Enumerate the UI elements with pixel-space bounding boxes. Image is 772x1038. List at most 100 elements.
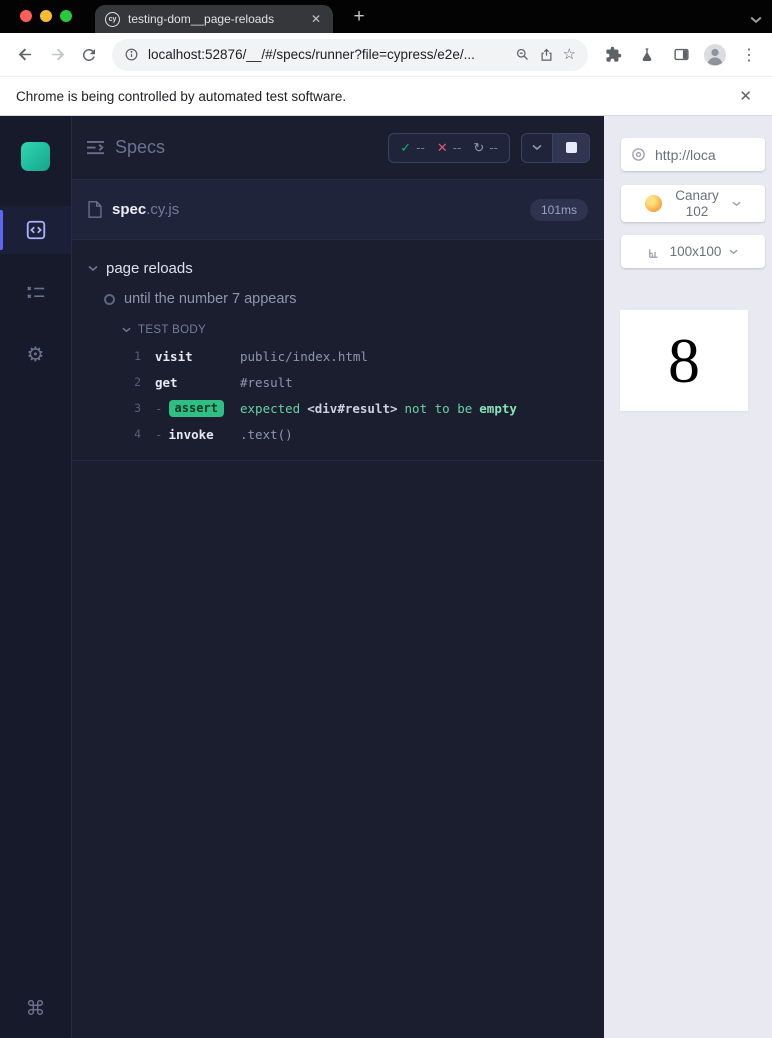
assert-message-emphasis: empty bbox=[479, 400, 517, 416]
sidebar-item-specs[interactable] bbox=[0, 206, 71, 254]
close-window-button[interactable] bbox=[20, 10, 32, 22]
address-bar[interactable]: localhost:52876/__/#/specs/runner?file=c… bbox=[112, 38, 588, 71]
command-number: 3 bbox=[134, 401, 141, 415]
share-icon[interactable] bbox=[539, 47, 554, 62]
fullscreen-window-button[interactable] bbox=[60, 10, 72, 22]
sidebar-item-settings[interactable]: ⚙ bbox=[0, 330, 71, 378]
pending-refresh-icon: ↻ bbox=[473, 139, 485, 155]
chevron-down-icon bbox=[732, 201, 741, 207]
command-args: public/index.html bbox=[240, 348, 368, 364]
command-row[interactable]: 2 get #result bbox=[72, 369, 604, 395]
extensions-puzzle-icon[interactable] bbox=[600, 42, 626, 68]
tab-search-chevron-icon[interactable] bbox=[750, 11, 762, 29]
reload-button[interactable] bbox=[74, 40, 104, 70]
tab-strip: cy testing-dom__page-reloads ✕ + bbox=[0, 0, 772, 33]
reporter-header: Specs ✓ -- ✕ -- ↻ -- bbox=[72, 116, 604, 180]
zoom-icon[interactable] bbox=[515, 47, 530, 62]
sidebar-item-runs[interactable] bbox=[0, 268, 71, 316]
app-under-test-frame[interactable]: 8 bbox=[620, 310, 748, 411]
test-state-icon bbox=[104, 293, 115, 305]
test-body-section[interactable]: TEST BODY bbox=[72, 313, 604, 343]
stop-run-button[interactable] bbox=[553, 133, 589, 162]
test-row[interactable]: until the number 7 appears bbox=[72, 285, 604, 313]
run-options-chevron-icon[interactable] bbox=[522, 134, 552, 162]
test-body-label: TEST BODY bbox=[138, 324, 207, 336]
browser-tab[interactable]: cy testing-dom__page-reloads ✕ bbox=[95, 5, 333, 33]
bookmark-star-icon[interactable]: ☆ bbox=[563, 47, 576, 62]
chevron-down-icon bbox=[122, 327, 131, 333]
browser-toolbar: localhost:52876/__/#/specs/runner?file=c… bbox=[0, 33, 772, 77]
browser-select-value: Canary 102 bbox=[675, 187, 719, 219]
spec-duration-badge: 101ms bbox=[529, 198, 588, 221]
command-row[interactable]: 4 - invoke .text() bbox=[72, 421, 604, 447]
screen: cy testing-dom__page-reloads ✕ + localho… bbox=[0, 0, 772, 1038]
browser-menu-icon[interactable]: ⋮ bbox=[736, 42, 762, 68]
suite-title: page reloads bbox=[106, 260, 193, 277]
collapse-specs-list-icon[interactable] bbox=[86, 140, 105, 155]
stat-passed: ✓ -- bbox=[400, 140, 425, 156]
test-title: until the number 7 appears bbox=[124, 291, 297, 307]
gear-icon: ⚙ bbox=[26, 342, 45, 366]
forward-arrow-icon bbox=[51, 48, 64, 61]
command-args: .text() bbox=[240, 426, 293, 442]
command-name: get bbox=[155, 374, 178, 390]
site-info-icon[interactable] bbox=[124, 47, 139, 62]
command-log-divider bbox=[72, 460, 604, 461]
aut-url-text: http://loca bbox=[655, 146, 716, 163]
browser-select[interactable]: Canary 102 bbox=[621, 185, 765, 222]
command-args: #result bbox=[240, 374, 293, 390]
cypress-sidebar: ⚙ ⌘ bbox=[0, 116, 72, 1038]
aut-url-bar[interactable]: http://loca bbox=[621, 138, 765, 171]
keyboard-shortcuts-icon[interactable]: ⌘ bbox=[0, 996, 71, 1020]
automation-infobar: Chrome is being controlled by automated … bbox=[0, 78, 772, 116]
assert-badge: assert bbox=[168, 399, 224, 417]
viewport-select[interactable]: 100x100 bbox=[621, 235, 765, 268]
command-number: 1 bbox=[134, 349, 141, 363]
tab-close-icon[interactable]: ✕ bbox=[309, 11, 323, 27]
pending-count: -- bbox=[489, 140, 498, 155]
assert-message-subject: <div#result> bbox=[307, 400, 398, 416]
selector-playground-icon[interactable] bbox=[631, 147, 646, 162]
assert-message-expected: expected bbox=[240, 400, 301, 416]
chevron-down-icon bbox=[729, 249, 738, 255]
tab-title: testing-dom__page-reloads bbox=[128, 12, 275, 26]
back-button[interactable] bbox=[10, 40, 40, 70]
url-text[interactable]: localhost:52876/__/#/specs/runner?file=c… bbox=[148, 47, 506, 62]
forward-button[interactable] bbox=[42, 40, 72, 70]
run-stats: ✓ -- ✕ -- ↻ -- bbox=[388, 132, 510, 163]
toolbar-extensions: ⋮ bbox=[596, 42, 762, 68]
spec-name: spec bbox=[112, 200, 147, 218]
cypress-app: ⚙ ⌘ Specs ✓ -- ✕ -- ↻ -- spec.cy.js 101m… bbox=[0, 116, 772, 1038]
command-row[interactable]: 1 visit public/index.html bbox=[72, 343, 604, 369]
spec-header-row[interactable]: spec.cy.js 101ms bbox=[72, 180, 604, 240]
infobar-close-icon[interactable]: ✕ bbox=[735, 85, 756, 108]
command-row-assert[interactable]: 3 - assert expected <div#result> not to be… bbox=[72, 395, 604, 421]
minimize-window-button[interactable] bbox=[40, 10, 52, 22]
canary-flask-icon[interactable] bbox=[634, 42, 660, 68]
command-number: 2 bbox=[134, 375, 141, 389]
infobar-message: Chrome is being controlled by automated … bbox=[16, 89, 347, 104]
child-command-dash: - bbox=[155, 400, 163, 416]
aut-panel: http://loca Canary 102 100x100 8 bbox=[604, 116, 772, 1038]
chevron-down-icon bbox=[88, 265, 98, 272]
spec-file-icon bbox=[88, 201, 102, 218]
passed-check-icon: ✓ bbox=[400, 139, 412, 155]
child-command-dash: - bbox=[155, 426, 163, 442]
side-panel-icon[interactable] bbox=[668, 42, 694, 68]
new-tab-button[interactable]: + bbox=[346, 4, 372, 30]
cypress-logo[interactable] bbox=[21, 142, 50, 171]
command-name: visit bbox=[155, 348, 193, 364]
command-log: page reloads until the number 7 appears … bbox=[72, 240, 604, 1038]
suite-row[interactable]: page reloads bbox=[72, 252, 604, 285]
failed-x-icon: ✕ bbox=[436, 139, 448, 155]
window-controls bbox=[20, 10, 72, 22]
assert-message-middle: not to be bbox=[404, 400, 473, 416]
reporter-panel: Specs ✓ -- ✕ -- ↻ -- spec.cy.js 101ms pa… bbox=[72, 116, 604, 1038]
failed-count: -- bbox=[452, 140, 462, 155]
stop-square-icon bbox=[565, 142, 577, 153]
stat-pending: ↻ -- bbox=[473, 140, 498, 156]
reload-icon bbox=[82, 48, 95, 61]
result-number: 8 bbox=[668, 324, 700, 396]
profile-avatar[interactable] bbox=[702, 42, 728, 68]
cypress-favicon-icon: cy bbox=[105, 11, 120, 27]
